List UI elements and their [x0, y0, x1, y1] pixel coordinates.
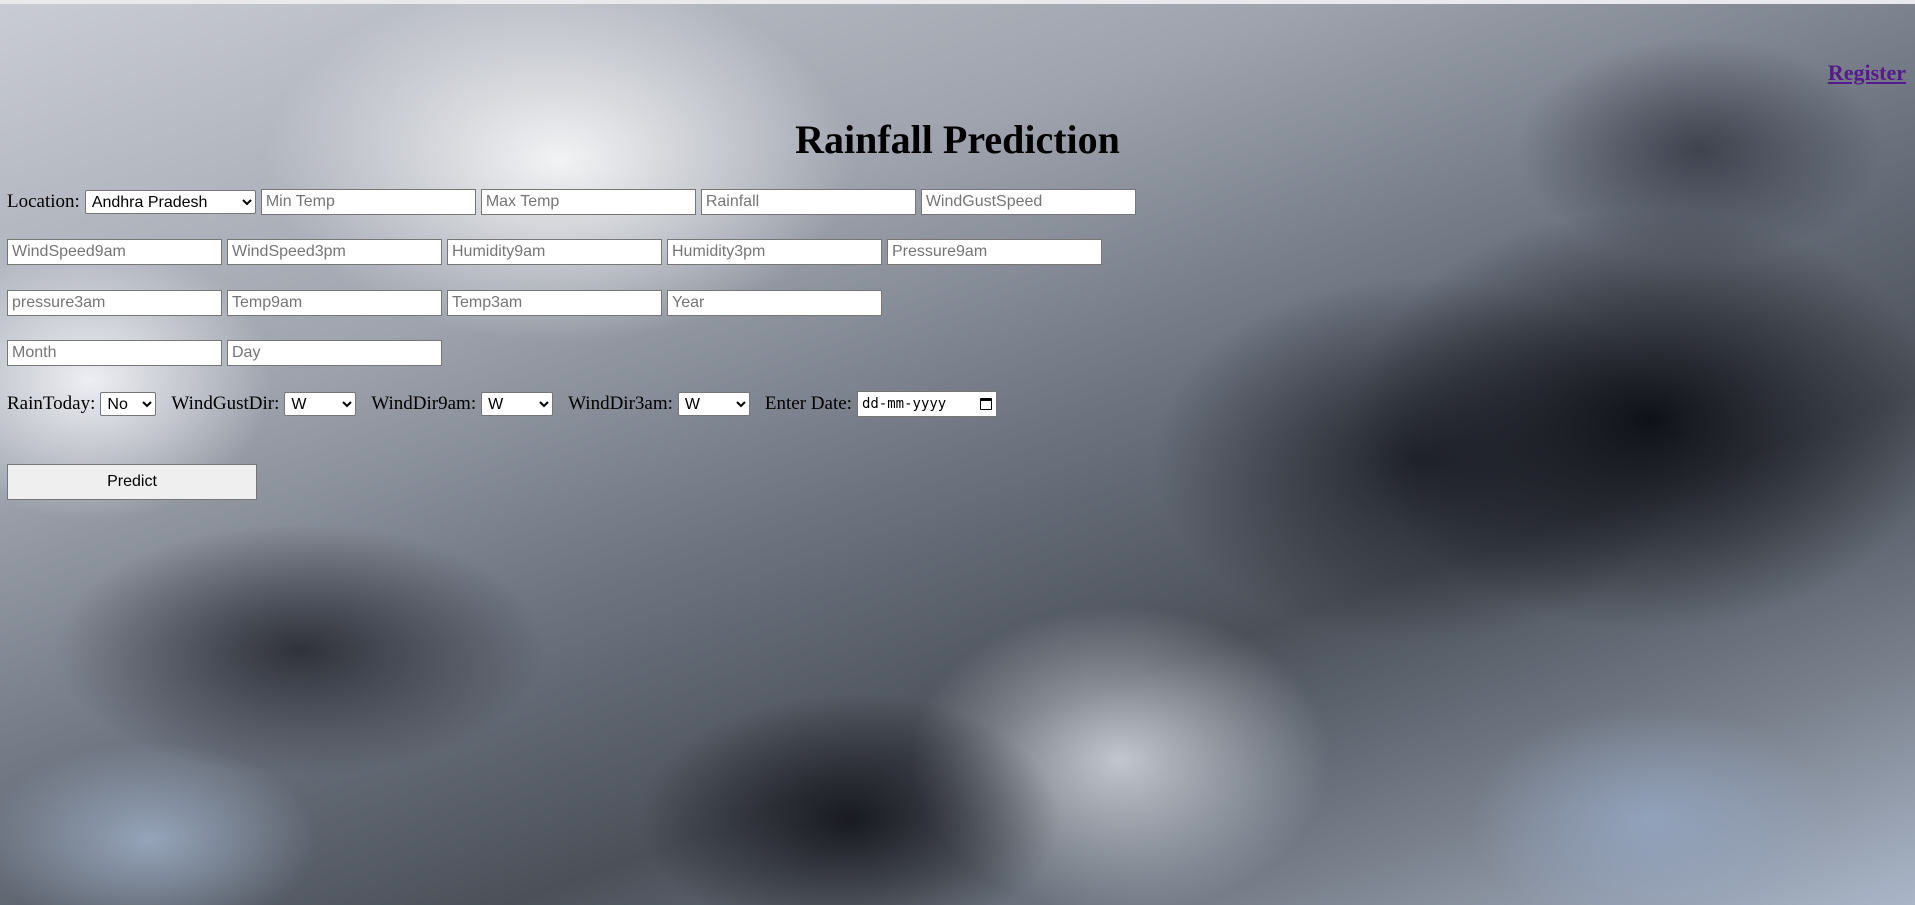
- rain-today-label: RainToday:: [7, 393, 96, 414]
- humidity-9am-input[interactable]: [447, 239, 662, 265]
- form-row-2: [7, 238, 1107, 266]
- wind-speed-3pm-input[interactable]: [227, 239, 442, 265]
- predict-button[interactable]: Predict: [7, 464, 257, 500]
- form-row-1: Location: Andhra Pradesh: [7, 188, 1141, 216]
- date-placeholder: dd-mm-yyyy: [861, 396, 947, 412]
- date-input[interactable]: dd-mm-yyyy: [856, 391, 997, 417]
- date-label: Enter Date:: [764, 393, 852, 414]
- wind-speed-9am-input[interactable]: [7, 239, 222, 265]
- year-input[interactable]: [667, 290, 882, 316]
- wind-dir-3pm-label: WindDir3am:: [568, 393, 673, 414]
- humidity-3pm-input[interactable]: [667, 239, 882, 265]
- temp-9am-input[interactable]: [227, 290, 442, 316]
- month-input[interactable]: [7, 340, 222, 366]
- max-temp-input[interactable]: [480, 189, 696, 215]
- pressure-9am-input[interactable]: [887, 239, 1102, 265]
- page-title: Rainfall Prediction: [795, 117, 1120, 162]
- form-row-4: [7, 339, 447, 367]
- pressure-3pm-input[interactable]: [7, 290, 222, 316]
- day-input[interactable]: [227, 340, 442, 366]
- form-row-5: RainToday: No WindGustDir: W WindDir9am:…: [7, 390, 997, 418]
- wind-dir-9am-select[interactable]: W: [481, 392, 554, 416]
- min-temp-input[interactable]: [260, 189, 476, 215]
- rainfall-input[interactable]: [700, 189, 916, 215]
- top-border: [0, 0, 1915, 4]
- register-link[interactable]: Register: [1828, 60, 1906, 86]
- wind-gust-dir-select[interactable]: W: [284, 392, 357, 416]
- location-select[interactable]: Andhra Pradesh: [84, 190, 256, 214]
- wind-dir-3pm-select[interactable]: W: [677, 392, 750, 416]
- form-row-3: [7, 289, 887, 317]
- temp-3pm-input[interactable]: [447, 290, 662, 316]
- calendar-icon[interactable]: [979, 398, 992, 410]
- location-label: Location:: [7, 191, 80, 212]
- rain-today-select[interactable]: No: [100, 392, 157, 416]
- wind-gust-dir-label: WindGustDir:: [171, 393, 280, 414]
- wind-dir-9am-label: WindDir9am:: [371, 393, 477, 414]
- wind-gust-speed-input[interactable]: [920, 189, 1136, 215]
